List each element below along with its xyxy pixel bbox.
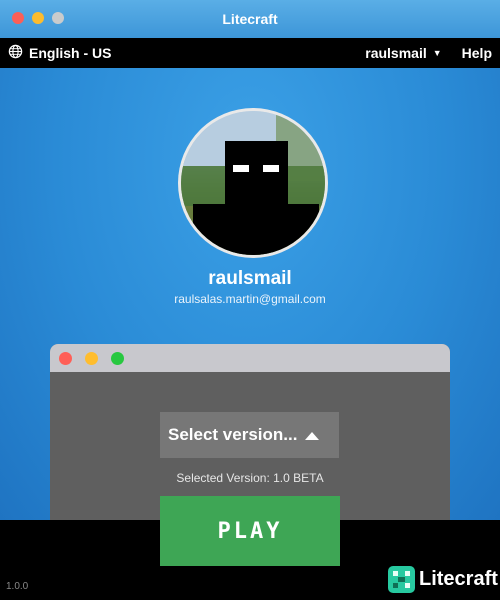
litecraft-logo-icon — [388, 566, 415, 593]
account-name: raulsmail — [365, 45, 427, 61]
window-titlebar: Litecraft — [0, 0, 500, 38]
play-button[interactable]: PLAY — [160, 496, 340, 566]
profile-username: raulsmail — [208, 268, 292, 289]
window-title: Litecraft — [222, 11, 278, 27]
app-version: 1.0.0 — [6, 581, 29, 592]
avatar-image — [181, 111, 325, 255]
close-window-button[interactable] — [12, 12, 24, 24]
minimize-window-button[interactable] — [32, 12, 44, 24]
language-label: English - US — [29, 45, 112, 61]
selected-version-text: Selected Version: 1.0 BETA — [176, 471, 324, 485]
caret-down-icon: ▼ — [432, 48, 442, 58]
top-bar: English - US raulsmail ▼ Help — [0, 38, 500, 68]
language-selector[interactable]: English - US — [8, 44, 111, 62]
profile-email: raulsalas.martin@gmail.com — [174, 292, 326, 306]
avatar — [178, 108, 328, 258]
panel-close-dot — [59, 351, 72, 365]
version-select-label: Select version... — [168, 425, 298, 444]
version-select-dropdown[interactable]: Select version... — [160, 412, 339, 458]
caret-up-icon — [305, 432, 319, 440]
help-link[interactable]: Help — [462, 45, 492, 61]
panel-minimize-dot — [85, 351, 98, 365]
zoom-window-button[interactable] — [52, 12, 64, 24]
panel-zoom-dot — [111, 351, 124, 365]
brand: Litecraft — [388, 566, 498, 593]
launcher-panel-titlebar — [50, 344, 450, 372]
brand-name: Litecraft — [419, 568, 498, 590]
window-controls — [12, 12, 64, 24]
account-menu[interactable]: raulsmail ▼ — [365, 45, 441, 61]
globe-icon — [8, 44, 23, 62]
